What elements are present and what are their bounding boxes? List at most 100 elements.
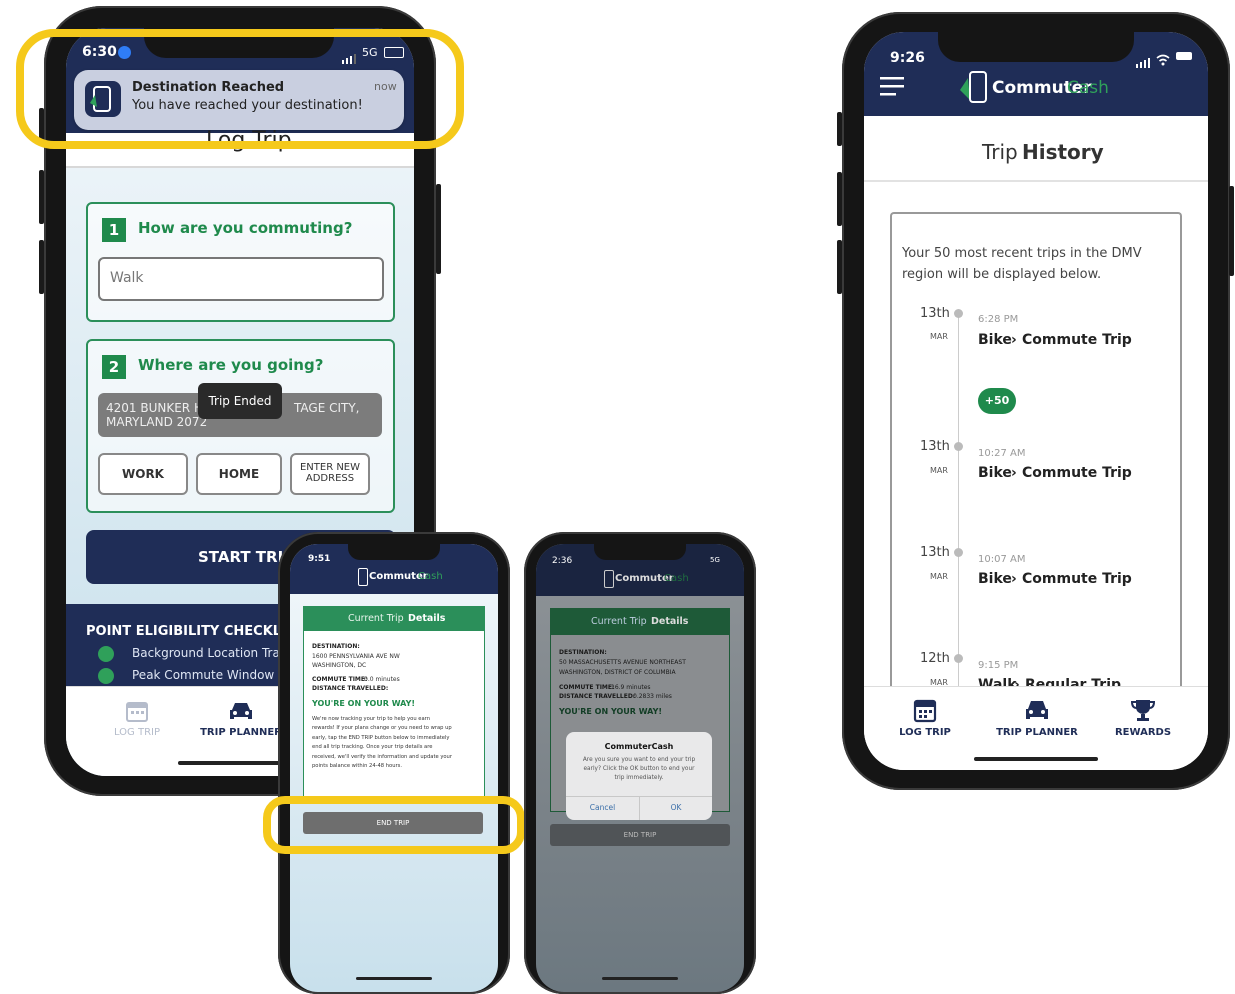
tab-rewards-label: REWARDS [1114, 727, 1172, 738]
phone-end-trip-confirm: 2:36 5G Commuter Cash Current Trip Detai… [524, 532, 756, 994]
end-trip-button[interactable]: END TRIP [550, 824, 730, 846]
tab-trip-planner[interactable]: TRIP PLANNER [990, 697, 1084, 738]
on-your-way: YOU'RE ON YOUR WAY! [559, 707, 663, 716]
trip-time: 10:27 AM [978, 448, 1026, 459]
destination-line2: WASHINGTON, DISTRICT OF COLUMBIA [559, 669, 676, 676]
tab-log-trip[interactable]: LOG TRIP [890, 697, 960, 738]
points-badge: +50 [978, 388, 1016, 414]
tab-bar: LOG TRIP TRIP PLANNER REWARDS [864, 686, 1208, 770]
distance-label: DISTANCE TRAVELLED: [312, 685, 389, 692]
tab-log-trip-label: LOG TRIP [899, 727, 951, 738]
body-line: We're now tracking your trip to help you… [312, 716, 430, 722]
trip-time: 9:15 PM [978, 660, 1019, 671]
car-icon [230, 703, 252, 719]
car-icon [1026, 701, 1048, 719]
home-indicator [974, 757, 1098, 761]
wifi-icon [1156, 51, 1170, 70]
intro-line-1: Your 50 most recent trips in the DMV [902, 246, 1142, 261]
check-icon [98, 646, 114, 662]
side-button [1229, 186, 1234, 276]
commute-time-value: 0.0 minutes [364, 676, 400, 683]
chevron-right-icon: › [1011, 332, 1017, 348]
confirm-dialog: CommuterCash Are you sure you want to en… [566, 732, 712, 820]
trip-details-card: Current Trip Details DESTINATION: 1600 P… [303, 606, 485, 798]
signal-icon [1136, 53, 1150, 72]
checklist-title: POINT ELIGIBILITY CHECKLIS [86, 624, 296, 639]
commute-time-label: COMMUTE TIME: [312, 676, 368, 683]
card-title-b: Details [651, 616, 689, 627]
tab-log-trip-label: LOG TRIP [113, 727, 161, 738]
phone-trip-history-screen: 9:26 Commuter Cash Trip History Your 50 … [864, 32, 1208, 770]
page-title-b: History [1022, 140, 1104, 164]
body-line: received, we'll verify the information a… [312, 753, 452, 760]
destination-line2: MARYLAND 2072 [106, 415, 208, 429]
step2-card: 2 Where are you going? 4201 BUNKER H TAG… [86, 339, 395, 513]
phone-logo-icon [358, 568, 368, 586]
status-time: 9:26 [890, 50, 925, 66]
on-your-way: YOU'RE ON YOUR WAY! [312, 699, 416, 708]
destination-line2: WASHINGTON, DC [312, 662, 367, 669]
tab-log-trip[interactable]: LOG TRIP [102, 699, 172, 738]
dialog-line: trip immediately. [614, 775, 664, 781]
commute-mode-select[interactable]: Walk [98, 257, 384, 301]
network-label: 5G [710, 556, 720, 564]
trip-month: MAR [930, 332, 948, 341]
trip-day: 13th [920, 306, 950, 321]
step2-question: Where are you going? [138, 356, 324, 374]
tab-trip-planner-label: TRIP PLANNER [996, 727, 1078, 738]
step1-question: How are you commuting? [138, 219, 353, 237]
calendar-icon [126, 702, 148, 722]
status-time: 9:51 [308, 554, 331, 564]
timeline-dot [954, 442, 963, 451]
work-button[interactable]: WORK [98, 453, 188, 495]
phone-trip-details-screen: 9:51 Commuter Cash Current Trip Details … [290, 544, 498, 992]
ok-button[interactable]: OK [640, 803, 712, 812]
body-line: early, tap the END TRIP button below to … [312, 734, 450, 741]
trip-day: 13th [920, 439, 950, 454]
side-button [39, 170, 44, 224]
tab-rewards[interactable]: REWARDS [1108, 697, 1178, 738]
chevron-right-icon: › [1011, 465, 1017, 481]
step1-badge: 1 [102, 218, 126, 242]
side-button [837, 172, 842, 226]
dialog-line: Are you sure you want to end your trip [582, 757, 696, 763]
tab-trip-planner-label: TRIP PLANNER [200, 727, 282, 738]
menu-icon[interactable] [880, 76, 904, 96]
home-indicator [602, 977, 678, 980]
timeline-dot [954, 654, 963, 663]
dialog-line: early? Click the OK button to end your [583, 766, 695, 772]
destination-line1: 50 MASSACHUSETTS AVENUE NORTHEAST [559, 659, 686, 666]
phone2-notch [348, 544, 440, 560]
distance-label: DISTANCE TRAVELLED: [559, 693, 636, 700]
side-button [837, 112, 842, 146]
side-button [39, 240, 44, 294]
side-button [436, 184, 441, 274]
trip-month: MAR [930, 466, 948, 475]
destination-label: DESTINATION: [312, 643, 360, 650]
card-title-b: Details [408, 613, 446, 624]
body-line: end all trip tracking. Once your trip de… [312, 744, 433, 751]
trip-time: 10:07 AM [978, 554, 1026, 565]
cancel-button[interactable]: Cancel [566, 803, 639, 812]
trip-mode: Bike [978, 332, 1012, 348]
step2-badge: 2 [102, 355, 126, 379]
home-indicator [356, 977, 432, 980]
dialog-message: Are you sure you want to end your trip e… [566, 756, 712, 783]
enter-new-label: ENTER NEW [299, 462, 361, 473]
tab-trip-planner[interactable]: TRIP PLANNER [196, 699, 286, 738]
enter-new-address-button[interactable]: ENTER NEW ADDRESS [290, 453, 370, 495]
trip-ended-toast: Trip Ended [198, 383, 282, 419]
chevron-right-icon: › [1011, 571, 1017, 587]
end-trip-highlight [263, 796, 525, 854]
page-title-a: Trip [982, 140, 1018, 164]
destination-line1-right: TAGE CITY, [294, 401, 360, 415]
battery-icon [1176, 52, 1192, 60]
timeline-line [958, 310, 959, 690]
commute-time-value: 16.9 minutes [611, 684, 651, 691]
trip-month: MAR [930, 572, 948, 581]
phone-trip-details: 9:51 Commuter Cash Current Trip Details … [278, 532, 510, 994]
brand-cash: Cash [1067, 78, 1109, 98]
home-button[interactable]: HOME [196, 453, 282, 495]
trip-body-text: We're now tracking your trip to help you… [312, 715, 452, 771]
destination-line1: 1600 PENNSYLVANIA AVE NW [312, 653, 400, 660]
